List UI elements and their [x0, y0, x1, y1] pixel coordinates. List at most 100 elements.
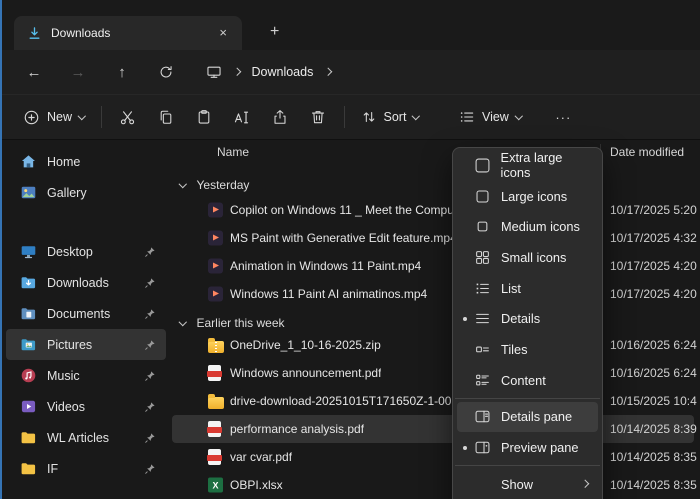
sidebar-item-downloads[interactable]: Downloads [6, 267, 166, 298]
gallery-icon [20, 184, 37, 201]
sidebar-item-home[interactable]: Home [6, 146, 166, 177]
pin-icon [144, 277, 156, 289]
folder-icon [208, 397, 224, 409]
menu-item-label: Details [501, 311, 540, 326]
file-row-selected[interactable]: performance analysis.pdf 10/14/2025 8:39 [172, 415, 694, 443]
file-name: MS Paint with Generative Edit feature.mp… [230, 231, 457, 245]
paste-button[interactable] [185, 100, 223, 134]
video-file-icon [208, 203, 223, 218]
file-row[interactable]: Animation in Windows 11 Paint.mp4 10/17/… [172, 252, 694, 280]
breadcrumb-chevron-icon[interactable] [233, 68, 241, 76]
close-tab-button[interactable]: × [212, 25, 234, 42]
column-header-name[interactable]: Name [217, 145, 249, 159]
desktop-icon [20, 243, 37, 260]
breadcrumb-chevron-icon[interactable] [324, 68, 332, 76]
new-tab-button[interactable]: + [262, 23, 287, 41]
sidebar-item-label: Gallery [47, 186, 87, 200]
sort-button-label: Sort [384, 110, 407, 124]
group-header-yesterday[interactable]: Yesterday [172, 172, 694, 198]
menu-item-label: Medium icons [501, 219, 580, 234]
file-date: 10/17/2025 5:20 [610, 203, 697, 217]
sidebar-item-pictures[interactable]: Pictures [6, 329, 166, 360]
file-row[interactable]: var cvar.pdf 10/14/2025 8:35 [172, 443, 694, 471]
menu-item-small-icons[interactable]: Small icons [457, 242, 598, 273]
file-date: 10/16/2025 6:24 [610, 338, 697, 352]
column-header-date-modified[interactable]: Date modified [610, 145, 684, 159]
view-button[interactable]: View [450, 100, 530, 134]
extra-large-icons-icon [474, 157, 491, 174]
back-button[interactable]: ← [17, 56, 51, 88]
menu-item-large-icons[interactable]: Large icons [457, 181, 598, 212]
menu-item-medium-icons[interactable]: Medium icons [457, 211, 598, 242]
menu-item-show[interactable]: Show [457, 469, 598, 499]
sidebar-item-gallery[interactable]: Gallery [6, 177, 166, 208]
breadcrumb-item-downloads[interactable]: Downloads [252, 65, 314, 79]
new-button[interactable]: New [14, 100, 94, 134]
menu-item-tiles[interactable]: Tiles [457, 334, 598, 365]
pin-icon [144, 339, 156, 351]
refresh-button[interactable] [149, 56, 183, 88]
file-date: 10/16/2025 6:24 [610, 366, 697, 380]
toolbar-separator [101, 106, 102, 128]
menu-item-extra-large-icons[interactable]: Extra large icons [457, 150, 598, 181]
up-button[interactable]: ↑ [105, 56, 139, 88]
sidebar-item-label: Home [47, 155, 80, 169]
menu-item-preview-pane[interactable]: Preview pane [457, 432, 598, 463]
file-name: Copilot on Windows 11 _ Meet the Compu..… [230, 203, 464, 217]
sort-arrows-icon [361, 109, 377, 125]
navigation-bar: ← → ↑ Downloads [2, 50, 700, 94]
preview-pane-icon [474, 439, 491, 456]
rename-button[interactable] [223, 100, 261, 134]
menu-item-label: Large icons [501, 189, 567, 204]
delete-button[interactable] [299, 100, 337, 134]
file-row[interactable]: MS Paint with Generative Edit feature.mp… [172, 224, 694, 252]
documents-folder-icon [20, 305, 37, 322]
menu-item-details[interactable]: Details [457, 303, 598, 334]
sidebar-item-label: Documents [47, 307, 110, 321]
sidebar-item-label: Pictures [47, 338, 92, 352]
sidebar-item-wl-articles[interactable]: WL Articles [6, 422, 166, 453]
sidebar-item-desktop[interactable]: Desktop [6, 236, 166, 267]
folder-icon [20, 460, 37, 477]
download-icon [27, 26, 42, 41]
this-pc-icon[interactable] [206, 64, 222, 80]
content-view-icon [474, 372, 491, 389]
music-icon [20, 367, 37, 384]
menu-item-content[interactable]: Content [457, 365, 598, 396]
pin-icon [144, 308, 156, 320]
sidebar-item-label: Music [47, 369, 80, 383]
video-file-icon [208, 259, 223, 274]
chevron-down-icon [179, 180, 187, 188]
menu-item-details-pane[interactable]: Details pane [457, 402, 598, 433]
cut-button[interactable] [109, 100, 147, 134]
file-row[interactable]: Windows announcement.pdf 10/16/2025 6:24 [172, 359, 694, 387]
sidebar-item-if[interactable]: IF [6, 453, 166, 484]
tab-downloads[interactable]: Downloads × [14, 16, 242, 50]
copy-button[interactable] [147, 100, 185, 134]
menu-item-list[interactable]: List [457, 273, 598, 304]
sidebar-item-music[interactable]: Music [6, 360, 166, 391]
view-dropdown-menu: Extra large icons Large icons Medium ico… [452, 147, 603, 499]
more-options-button[interactable]: ··· [544, 100, 582, 134]
view-button-label: View [482, 110, 509, 124]
new-button-label: New [47, 110, 72, 124]
menu-item-label: Tiles [501, 342, 528, 357]
sidebar-item-documents[interactable]: Documents [6, 298, 166, 329]
sidebar-item-videos[interactable]: Videos [6, 391, 166, 422]
file-row[interactable]: Copilot on Windows 11 _ Meet the Compu..… [172, 196, 694, 224]
forward-button[interactable]: → [61, 56, 95, 88]
file-row[interactable]: Windows 11 Paint AI animatinos.mp4 10/17… [172, 280, 694, 308]
group-label: Earlier this week [197, 316, 285, 330]
chevron-down-icon [515, 112, 523, 120]
sort-button[interactable]: Sort [352, 100, 428, 134]
file-row[interactable]: OneDrive_1_10-16-2025.zip 10/16/2025 6:2… [172, 331, 694, 359]
view-list-icon [459, 109, 475, 125]
file-date: 10/17/2025 4:20 [610, 259, 697, 273]
radio-dot [463, 446, 474, 450]
file-row[interactable]: OBPI.xlsx 10/14/2025 8:35 [172, 471, 694, 499]
share-button[interactable] [261, 100, 299, 134]
tiles-view-icon [474, 341, 491, 358]
menu-item-label: Extra large icons [501, 150, 592, 180]
sidebar-item-label: Videos [47, 400, 85, 414]
file-row[interactable]: drive-download-20251015T171650Z-1-001...… [172, 387, 694, 415]
